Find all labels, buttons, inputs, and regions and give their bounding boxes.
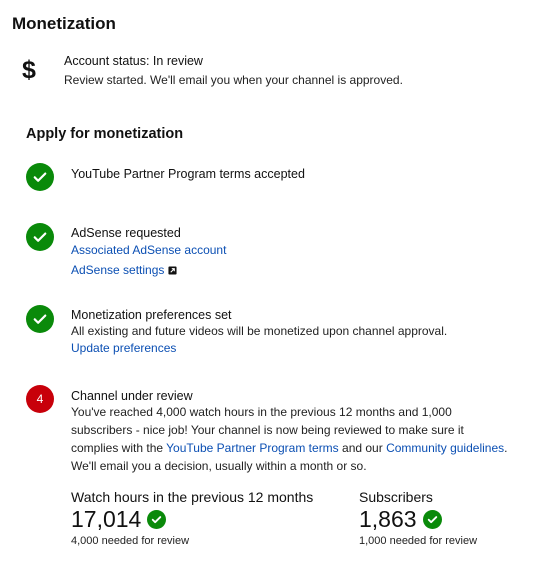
watch-hours-stat: Watch hours in the previous 12 months 17… — [71, 489, 313, 547]
external-link-icon — [168, 266, 177, 275]
review-text-line: subscribers - nice job! Your channel is … — [71, 423, 464, 437]
update-preferences-link[interactable]: Update preferences — [71, 341, 176, 355]
step-channel-under-review: Channel under review — [71, 389, 193, 403]
account-status: Account status: In review — [64, 54, 203, 68]
check-icon — [147, 510, 167, 529]
review-text-segment: complies with the — [71, 441, 167, 455]
monetization-page: Monetization $ Account status: In review… — [0, 0, 553, 565]
step-preferences-set: Monetization preferences set — [71, 308, 232, 322]
subscribers-requirement: 1,000 needed for review — [359, 535, 478, 547]
check-icon — [26, 305, 54, 333]
page-title: Monetization — [12, 14, 116, 33]
check-icon — [26, 163, 54, 191]
review-text-segment: . — [504, 441, 508, 455]
adsense-settings-link[interactable]: AdSense settings — [71, 263, 164, 277]
adsense-settings-link-wrap[interactable]: AdSense settings — [71, 261, 177, 279]
subscribers-value: 1,863 — [359, 506, 417, 532]
apply-section-title: Apply for monetization — [26, 126, 184, 142]
subscribers-stat: Subscribers 1,863 1,000 needed for revie… — [359, 489, 477, 547]
watch-hours-requirement: 4,000 needed for review — [71, 535, 190, 547]
subscribers-label: Subscribers — [359, 489, 433, 505]
partner-program-terms-link[interactable]: YouTube Partner Program terms — [166, 441, 339, 455]
check-icon — [26, 223, 54, 251]
preferences-description: All existing and future videos will be m… — [71, 324, 448, 338]
review-text-line: complies with the YouTube Partner Progra… — [71, 439, 541, 457]
step-adsense-requested: AdSense requested — [71, 226, 181, 240]
associated-adsense-account-link[interactable]: Associated AdSense account — [71, 243, 226, 257]
watch-hours-value-row: 17,014 — [71, 506, 313, 533]
review-description: You've reached 4,000 watch hours in the … — [71, 403, 541, 475]
watch-hours-value: 17,014 — [71, 506, 142, 532]
review-text-line: You've reached 4,000 watch hours in the … — [71, 405, 452, 419]
review-text-line: We'll email you a decision, usually with… — [71, 459, 367, 473]
dollar-icon: $ — [22, 56, 36, 84]
subscribers-value-row: 1,863 — [359, 506, 477, 533]
check-icon — [422, 510, 442, 529]
step-number-badge: 4 — [26, 385, 54, 413]
watch-hours-label: Watch hours in the previous 12 months — [71, 489, 314, 505]
account-status-description: Review started. We'll email you when you… — [64, 73, 403, 87]
step-terms-accepted: YouTube Partner Program terms accepted — [71, 167, 305, 181]
community-guidelines-link[interactable]: Community guidelines — [386, 441, 504, 455]
review-text-segment: and our — [338, 441, 387, 455]
